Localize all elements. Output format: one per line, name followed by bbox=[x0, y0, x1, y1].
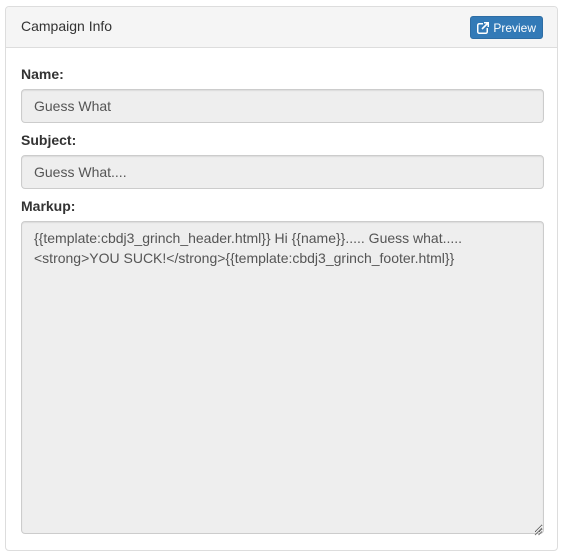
subject-label: Subject: bbox=[21, 132, 77, 148]
markup-label: Markup: bbox=[21, 198, 76, 214]
external-link-icon bbox=[477, 21, 490, 34]
markup-textarea[interactable]: {{template:cbdj3_grinch_header.html}} Hi… bbox=[21, 221, 544, 534]
campaign-info-panel: Campaign Info Preview Name: Subject: Mar… bbox=[5, 6, 558, 551]
name-label: Name: bbox=[21, 66, 64, 82]
panel-heading: Campaign Info Preview bbox=[6, 7, 557, 48]
preview-button[interactable]: Preview bbox=[470, 16, 543, 39]
panel-title: Campaign Info bbox=[21, 18, 113, 34]
preview-button-label: Preview bbox=[493, 20, 536, 35]
resize-grip-icon[interactable] bbox=[533, 523, 543, 536]
subject-field[interactable] bbox=[21, 155, 544, 189]
name-field[interactable] bbox=[21, 89, 544, 123]
